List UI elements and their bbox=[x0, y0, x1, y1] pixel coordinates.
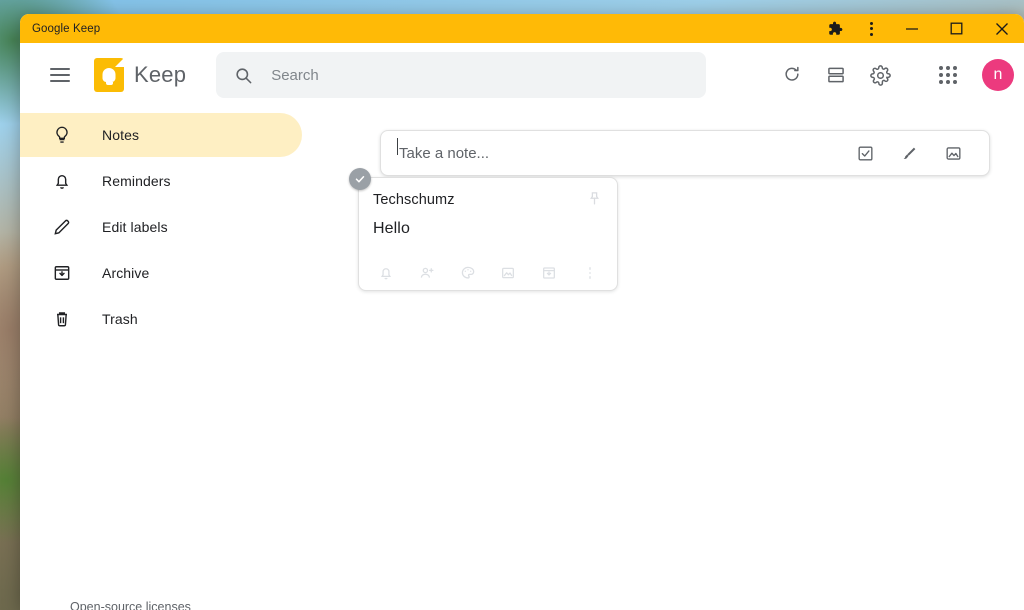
sidebar-item-reminders[interactable]: Reminders bbox=[20, 159, 302, 203]
extensions-puzzle-icon[interactable] bbox=[817, 14, 853, 43]
close-icon[interactable] bbox=[979, 14, 1024, 43]
check-circle-icon[interactable] bbox=[349, 168, 371, 190]
sidebar-item-archive[interactable]: Archive bbox=[20, 251, 302, 295]
checkbox-icon[interactable] bbox=[843, 131, 887, 175]
note-footer-toolbar bbox=[373, 256, 603, 290]
search-placeholder: Search bbox=[271, 67, 319, 84]
lightbulb-icon bbox=[50, 125, 74, 145]
more-vertical-icon[interactable] bbox=[579, 262, 601, 284]
sidebar-item-notes[interactable]: Notes bbox=[20, 113, 302, 157]
sidebar-item-label: Notes bbox=[102, 127, 139, 143]
brand[interactable]: Keep bbox=[94, 58, 186, 92]
image-icon[interactable] bbox=[931, 131, 975, 175]
window-title-bar: Google Keep bbox=[20, 14, 1024, 43]
avatar-initial: n bbox=[994, 66, 1003, 84]
desktop-background: Google Keep bbox=[0, 0, 1024, 610]
person-add-icon[interactable] bbox=[416, 262, 438, 284]
take-a-note-placeholder: Take a note... bbox=[399, 145, 843, 162]
brand-name: Keep bbox=[134, 62, 186, 88]
maximize-icon[interactable] bbox=[934, 14, 979, 43]
bell-icon bbox=[50, 171, 74, 191]
browser-window: Google Keep bbox=[20, 14, 1024, 610]
sidebar-item-label: Archive bbox=[102, 265, 149, 281]
sidebar-item-edit-labels[interactable]: Edit labels bbox=[20, 205, 302, 249]
window-title: Google Keep bbox=[32, 23, 100, 35]
app-body: Notes Reminders bbox=[20, 107, 1024, 610]
main-menu-icon[interactable] bbox=[38, 53, 82, 97]
keep-logo-icon bbox=[94, 58, 124, 92]
apps-grid-icon[interactable] bbox=[926, 53, 970, 97]
sidebar-item-label: Reminders bbox=[102, 173, 171, 189]
avatar[interactable]: n bbox=[982, 59, 1014, 91]
search-icon bbox=[234, 66, 253, 85]
open-source-licenses-link[interactable]: Open-source licenses bbox=[70, 600, 191, 610]
sidebar-item-label: Trash bbox=[102, 311, 138, 327]
note-body: Hello bbox=[373, 220, 603, 238]
search-input[interactable]: Search bbox=[216, 52, 706, 98]
notes-content: Take a note... bbox=[302, 107, 1024, 610]
sidebar: Notes Reminders bbox=[20, 107, 302, 610]
note-title: Techschumz bbox=[373, 192, 586, 208]
app-header: Keep Search bbox=[20, 43, 1024, 107]
palette-icon[interactable] bbox=[457, 262, 479, 284]
sidebar-item-trash[interactable]: Trash bbox=[20, 297, 302, 341]
window-controls bbox=[817, 14, 1024, 43]
archive-icon bbox=[50, 263, 74, 283]
brush-icon[interactable] bbox=[887, 131, 931, 175]
remind-me-bell-icon[interactable] bbox=[375, 262, 397, 284]
gear-icon[interactable] bbox=[858, 53, 902, 97]
note-header: Techschumz bbox=[373, 192, 603, 212]
trash-icon bbox=[50, 309, 74, 329]
pencil-icon bbox=[50, 217, 74, 237]
refresh-icon[interactable] bbox=[770, 53, 814, 97]
take-a-note-input[interactable]: Take a note... bbox=[380, 130, 990, 176]
archive-note-icon[interactable] bbox=[538, 262, 560, 284]
note-card[interactable]: Techschumz Hello bbox=[358, 177, 618, 291]
add-image-icon[interactable] bbox=[497, 262, 519, 284]
list-view-icon[interactable] bbox=[814, 53, 858, 97]
header-actions: n bbox=[770, 43, 1014, 107]
minimize-icon[interactable] bbox=[889, 14, 934, 43]
pin-icon[interactable] bbox=[586, 190, 603, 212]
browser-menu-icon[interactable] bbox=[853, 14, 889, 43]
sidebar-item-label: Edit labels bbox=[102, 219, 168, 235]
